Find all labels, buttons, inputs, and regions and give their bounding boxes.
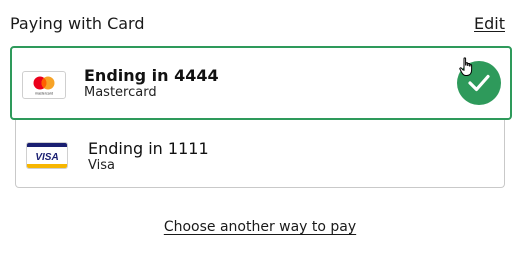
card-option-mastercard[interactable]: mastercard Ending in 4444 Mastercard xyxy=(10,46,512,120)
alt-pay-container: Choose another way to pay xyxy=(0,219,520,235)
card-option-visa[interactable]: VISA Ending in 1111 Visa xyxy=(15,118,505,188)
card-brand: Mastercard xyxy=(84,85,157,100)
mastercard-logo-caption: mastercard xyxy=(35,92,53,96)
visa-logo-icon: VISA xyxy=(26,142,68,169)
card-brand: Visa xyxy=(88,158,115,173)
visa-logo-text: VISA xyxy=(35,152,58,163)
payment-header: Paying with Card Edit xyxy=(10,12,505,38)
card-text: Ending in 4444 Mastercard xyxy=(84,66,219,101)
hand-cursor-icon xyxy=(459,57,475,81)
card-ending: Ending in 1111 xyxy=(88,139,209,158)
card-ending: Ending in 4444 xyxy=(84,66,219,85)
edit-link[interactable]: Edit xyxy=(474,14,505,33)
page-title: Paying with Card xyxy=(10,14,145,33)
mastercard-logo-icon: mastercard xyxy=(22,71,66,99)
card-text: Ending in 1111 Visa xyxy=(88,139,209,174)
choose-another-way-link[interactable]: Choose another way to pay xyxy=(164,219,356,235)
